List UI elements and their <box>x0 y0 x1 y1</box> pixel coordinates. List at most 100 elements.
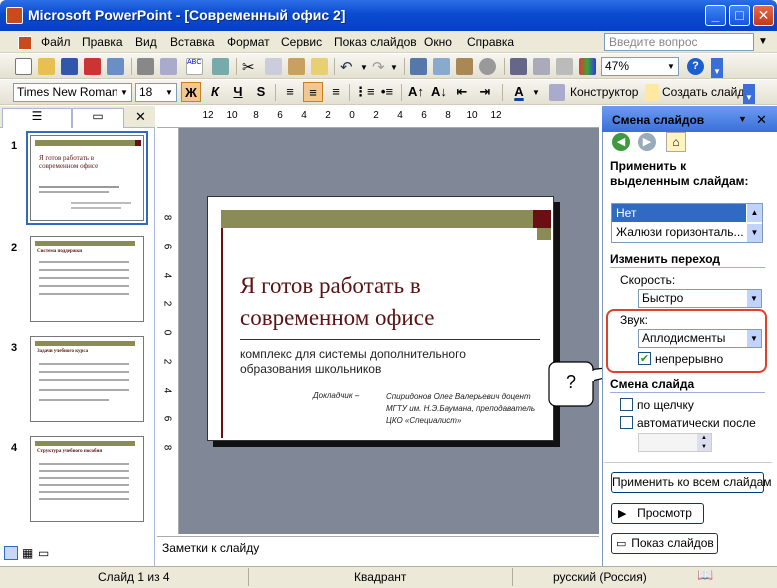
back-icon[interactable]: ◀ <box>612 133 630 151</box>
table-icon[interactable] <box>433 58 450 75</box>
show-formatting-icon[interactable] <box>533 58 550 75</box>
slides-tab-icon[interactable]: ▭ <box>72 108 124 128</box>
font-color-icon[interactable]: A <box>509 82 529 102</box>
bold-button[interactable]: Ж <box>181 82 201 102</box>
redo-dropdown-icon[interactable]: ▼ <box>390 63 398 72</box>
email-icon[interactable] <box>107 58 124 75</box>
toolbar-options-icon[interactable]: ▼ <box>711 58 723 78</box>
grid-icon[interactable] <box>556 58 573 75</box>
decrease-font-icon[interactable]: A↓ <box>429 82 449 102</box>
speed-select[interactable]: Быстро ▼ <box>638 289 762 308</box>
menu-format[interactable]: Формат <box>227 35 270 49</box>
redo-icon[interactable]: ↷ <box>372 58 389 76</box>
designer-button[interactable]: Конструктор <box>570 85 638 99</box>
color-grayscale-icon[interactable] <box>579 58 596 75</box>
menu-view[interactable]: Вид <box>135 35 157 49</box>
document-icon[interactable] <box>18 36 32 50</box>
close-button[interactable]: ✕ <box>753 5 774 26</box>
notes-placeholder[interactable]: Заметки к слайду <box>162 541 259 555</box>
bullets-icon[interactable]: •≡ <box>377 82 397 102</box>
current-slide[interactable]: Я готов работать в современном офисе ком… <box>207 196 554 441</box>
menu-window[interactable]: Окно <box>424 35 452 49</box>
task-pane-close-icon[interactable]: ✕ <box>756 112 767 128</box>
save-icon[interactable] <box>61 58 78 75</box>
spin-down-icon[interactable]: ▼ <box>697 443 711 451</box>
sound-select[interactable]: Аплодисменты ▼ <box>638 329 762 348</box>
cut-icon[interactable]: ✂ <box>242 58 259 76</box>
new-slide-icon[interactable] <box>645 84 659 101</box>
powerpoint-icon[interactable] <box>6 7 23 24</box>
menu-tools[interactable]: Сервис <box>281 35 322 49</box>
copy-icon[interactable] <box>265 58 282 75</box>
slide-thumbnail-1[interactable]: Я готов работать в современном офисе <box>30 135 144 221</box>
zoom-select[interactable]: 47% ▼ <box>601 57 679 76</box>
shadow-button[interactable]: S <box>251 82 271 102</box>
font-color-dropdown-icon[interactable]: ▼ <box>532 88 540 97</box>
scroll-up-icon[interactable]: ▲ <box>747 204 762 222</box>
spelling-icon[interactable]: ABC <box>186 58 203 75</box>
menu-edit[interactable]: Правка <box>82 35 123 49</box>
slide-sorter-icon[interactable]: ▦ <box>22 546 33 560</box>
transition-item[interactable]: Нет <box>612 204 746 222</box>
menu-help[interactable]: Справка <box>467 35 514 49</box>
apply-all-button[interactable]: Применить ко всем слайдам <box>611 472 772 493</box>
transition-item[interactable]: Жалюзи горизонталь... <box>612 223 746 241</box>
align-right-icon[interactable]: ≡ <box>326 82 346 102</box>
on-click-checkbox[interactable] <box>620 398 633 411</box>
font-name-select[interactable]: Times New Roman ▼ <box>13 83 132 102</box>
menu-file[interactable]: Файл <box>41 35 71 49</box>
format-painter-icon[interactable] <box>311 58 328 75</box>
print-icon[interactable] <box>137 58 154 75</box>
home-icon[interactable]: ⌂ <box>666 132 686 152</box>
spin-up-icon[interactable]: ▲ <box>697 434 711 443</box>
loop-checkbox[interactable]: ✔ <box>638 352 651 365</box>
speaker-info[interactable]: Спиридонов Олег Валерьевич доцент МГТУ и… <box>386 391 536 427</box>
increase-font-icon[interactable]: A↑ <box>406 82 426 102</box>
maximize-button[interactable]: □ <box>729 5 750 26</box>
research-icon[interactable] <box>212 58 229 75</box>
help-icon[interactable]: ? <box>687 58 704 75</box>
normal-view-icon[interactable] <box>4 546 18 560</box>
expand-all-icon[interactable] <box>510 58 527 75</box>
forward-icon[interactable]: ▶ <box>638 133 656 151</box>
slide-thumbnail-2[interactable]: Система поддержки <box>30 236 144 322</box>
task-pane-menu-icon[interactable]: ▼ <box>738 114 747 124</box>
open-icon[interactable] <box>38 58 55 75</box>
decrease-indent-icon[interactable]: ⇤ <box>452 82 472 102</box>
slideshow-view-icon[interactable]: ▭ <box>38 546 49 560</box>
chart-icon[interactable] <box>410 58 427 75</box>
close-pane-icon[interactable]: ✕ <box>135 109 146 125</box>
tables-borders-icon[interactable] <box>456 58 473 75</box>
numbering-icon[interactable]: ⋮≡ <box>354 82 375 102</box>
slideshow-button[interactable]: Показ слайдов <box>611 533 718 554</box>
outline-tab-icon[interactable]: ☰ <box>2 108 72 128</box>
new-icon[interactable] <box>15 58 32 75</box>
undo-dropdown-icon[interactable]: ▼ <box>360 63 368 72</box>
italic-button[interactable]: К <box>205 82 225 102</box>
slide-subtitle[interactable]: комплекс для системы дополнительного обр… <box>240 347 540 377</box>
new-slide-button[interactable]: Создать слайд <box>662 85 744 99</box>
slide-thumbnail-3[interactable]: Задачи учебного курса <box>30 336 144 422</box>
menu-slideshow[interactable]: Показ слайдов <box>334 35 417 49</box>
paste-icon[interactable] <box>288 58 305 75</box>
toolbar-options-icon[interactable]: ▼ <box>743 84 755 104</box>
align-left-icon[interactable]: ≡ <box>280 82 300 102</box>
scroll-down-icon[interactable]: ▼ <box>747 224 762 242</box>
undo-icon[interactable]: ↶ <box>340 58 357 76</box>
spelling-status-icon[interactable]: 📖 <box>697 567 713 583</box>
font-size-select[interactable]: 18 ▼ <box>135 83 177 102</box>
align-center-icon[interactable]: ≡ <box>303 82 323 102</box>
auto-checkbox[interactable] <box>620 416 633 429</box>
hyperlink-icon[interactable] <box>479 58 496 75</box>
menu-insert[interactable]: Вставка <box>170 35 215 49</box>
help-dropdown-icon[interactable]: ▼ <box>758 36 768 47</box>
print-preview-icon[interactable] <box>160 58 177 75</box>
minimize-button[interactable]: _ <box>705 5 726 26</box>
help-question-input[interactable]: Введите вопрос <box>604 33 754 51</box>
permission-icon[interactable] <box>84 58 101 75</box>
designer-icon[interactable] <box>549 84 565 101</box>
slide-thumbnail-4[interactable]: Структура учебного пособия <box>30 436 144 522</box>
underline-button[interactable]: Ч <box>228 82 248 102</box>
slide-title[interactable]: Я готов работать в современном офисе <box>240 270 510 334</box>
increase-indent-icon[interactable]: ⇥ <box>475 82 495 102</box>
